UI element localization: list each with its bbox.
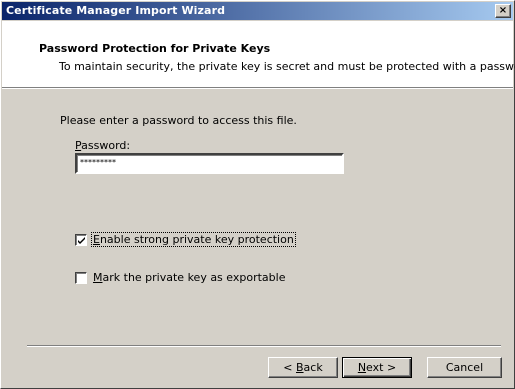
exportable-mnemonic: M (93, 271, 103, 284)
strong-protection-mnemonic: E (93, 233, 100, 246)
next-text: ext > (366, 361, 397, 374)
page-subtitle: To maintain security, the private key is… (59, 60, 515, 73)
footer-divider (27, 345, 501, 347)
cancel-button[interactable]: Cancel (427, 357, 502, 378)
wizard-header: Password Protection for Private Keys To … (2, 21, 515, 87)
password-prompt: Please enter a password to access this f… (60, 114, 297, 127)
wizard-window: Certificate Manager Import Wizard × Pass… (0, 0, 515, 389)
next-button[interactable]: Next > (342, 357, 412, 378)
strong-protection-label: Enable strong private key protection (91, 232, 296, 247)
exportable-option[interactable]: Mark the private key as exportable (75, 271, 285, 286)
back-text: ack (303, 361, 323, 374)
header-divider (2, 87, 513, 89)
password-label: Password: (75, 139, 130, 152)
title-bar[interactable]: Certificate Manager Import Wizard × (2, 2, 513, 20)
exportable-text: ark the private key as exportable (102, 271, 286, 284)
next-mnemonic: N (357, 361, 367, 374)
back-mnemonic: B (296, 361, 304, 374)
back-prefix: < (283, 361, 296, 374)
page-title: Password Protection for Private Keys (39, 42, 271, 55)
strong-protection-option[interactable]: Enable strong private key protection (75, 232, 296, 248)
back-button[interactable]: < Back (268, 357, 338, 378)
password-label-text: assword: (81, 139, 131, 152)
exportable-label: Mark the private key as exportable (92, 271, 286, 284)
close-icon: × (498, 5, 508, 16)
password-field[interactable]: ********* (75, 153, 344, 174)
window-title: Certificate Manager Import Wizard (6, 4, 226, 17)
checkmark-icon (78, 237, 85, 244)
strong-protection-text: nable strong private key protection (99, 233, 294, 246)
close-button[interactable]: × (495, 4, 511, 18)
exportable-checkbox[interactable] (75, 272, 87, 284)
strong-protection-checkbox[interactable] (75, 234, 87, 246)
